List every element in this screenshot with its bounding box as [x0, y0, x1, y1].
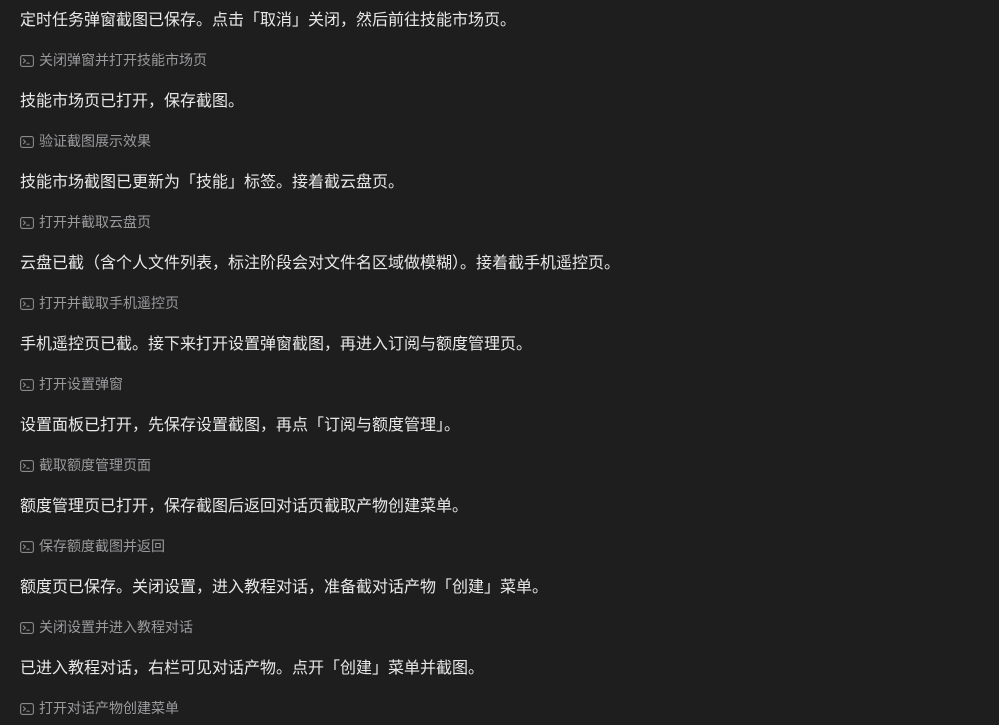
log-message: 定时任务弹窗截图已保存。点击「取消」关闭，然后前往技能市场页。	[20, 10, 517, 29]
tool-step[interactable]: 打开设置弹窗	[20, 376, 123, 394]
tool-step[interactable]: 打开并截取手机遥控页	[20, 295, 179, 313]
terminal-icon	[20, 136, 34, 148]
log-message: 额度页已保存。关闭设置，进入教程对话，准备截对话产物「创建」菜单。	[20, 577, 549, 596]
tool-step[interactable]: 打开并截取云盘页	[20, 214, 151, 232]
tool-step[interactable]: 保存额度截图并返回	[20, 538, 165, 556]
tool-step-label: 打开对话产物创建菜单	[39, 701, 179, 717]
log-message: 手机遥控页已截。接下来打开设置弹窗截图，再进入订阅与额度管理页。	[20, 334, 533, 353]
terminal-icon	[20, 55, 34, 67]
tool-step-label: 关闭弹窗并打开技能市场页	[39, 53, 207, 69]
log-message: 云盘已截（含个人文件列表，标注阶段会对文件名区域做模糊）。接着截手机遥控页。	[20, 253, 621, 272]
tool-step[interactable]: 关闭弹窗并打开技能市场页	[20, 52, 207, 70]
tool-step[interactable]: 验证截图展示效果	[20, 133, 151, 151]
tool-step[interactable]: 打开对话产物创建菜单	[20, 700, 179, 718]
log-message: 已进入教程对话，右栏可见对话产物。点开「创建」菜单并截图。	[20, 658, 485, 677]
terminal-icon	[20, 217, 34, 229]
tool-step-label: 打开并截取云盘页	[39, 215, 151, 231]
terminal-icon	[20, 622, 34, 634]
terminal-icon	[20, 703, 34, 715]
terminal-icon	[20, 541, 34, 553]
terminal-icon	[20, 460, 34, 472]
tool-step-label: 打开设置弹窗	[39, 377, 123, 393]
log-message: 额度管理页已打开，保存截图后返回对话页截取产物创建菜单。	[20, 496, 469, 515]
log-message: 技能市场页已打开，保存截图。	[20, 91, 245, 110]
tool-step-label: 验证截图展示效果	[39, 134, 151, 150]
terminal-icon	[20, 379, 34, 391]
terminal-icon	[20, 298, 34, 310]
tool-step-label: 打开并截取手机遥控页	[39, 296, 179, 312]
log-message: 设置面板已打开，先保存设置截图，再点「订阅与额度管理」。	[20, 415, 461, 434]
tool-step-label: 保存额度截图并返回	[39, 539, 165, 555]
tool-step-label: 截取额度管理页面	[39, 458, 151, 474]
log-message: 技能市场截图已更新为「技能」标签。接着截云盘页。	[20, 172, 405, 191]
tool-step[interactable]: 关闭设置并进入教程对话	[20, 619, 193, 637]
tool-step[interactable]: 截取额度管理页面	[20, 457, 151, 475]
tool-step-label: 关闭设置并进入教程对话	[39, 620, 193, 636]
